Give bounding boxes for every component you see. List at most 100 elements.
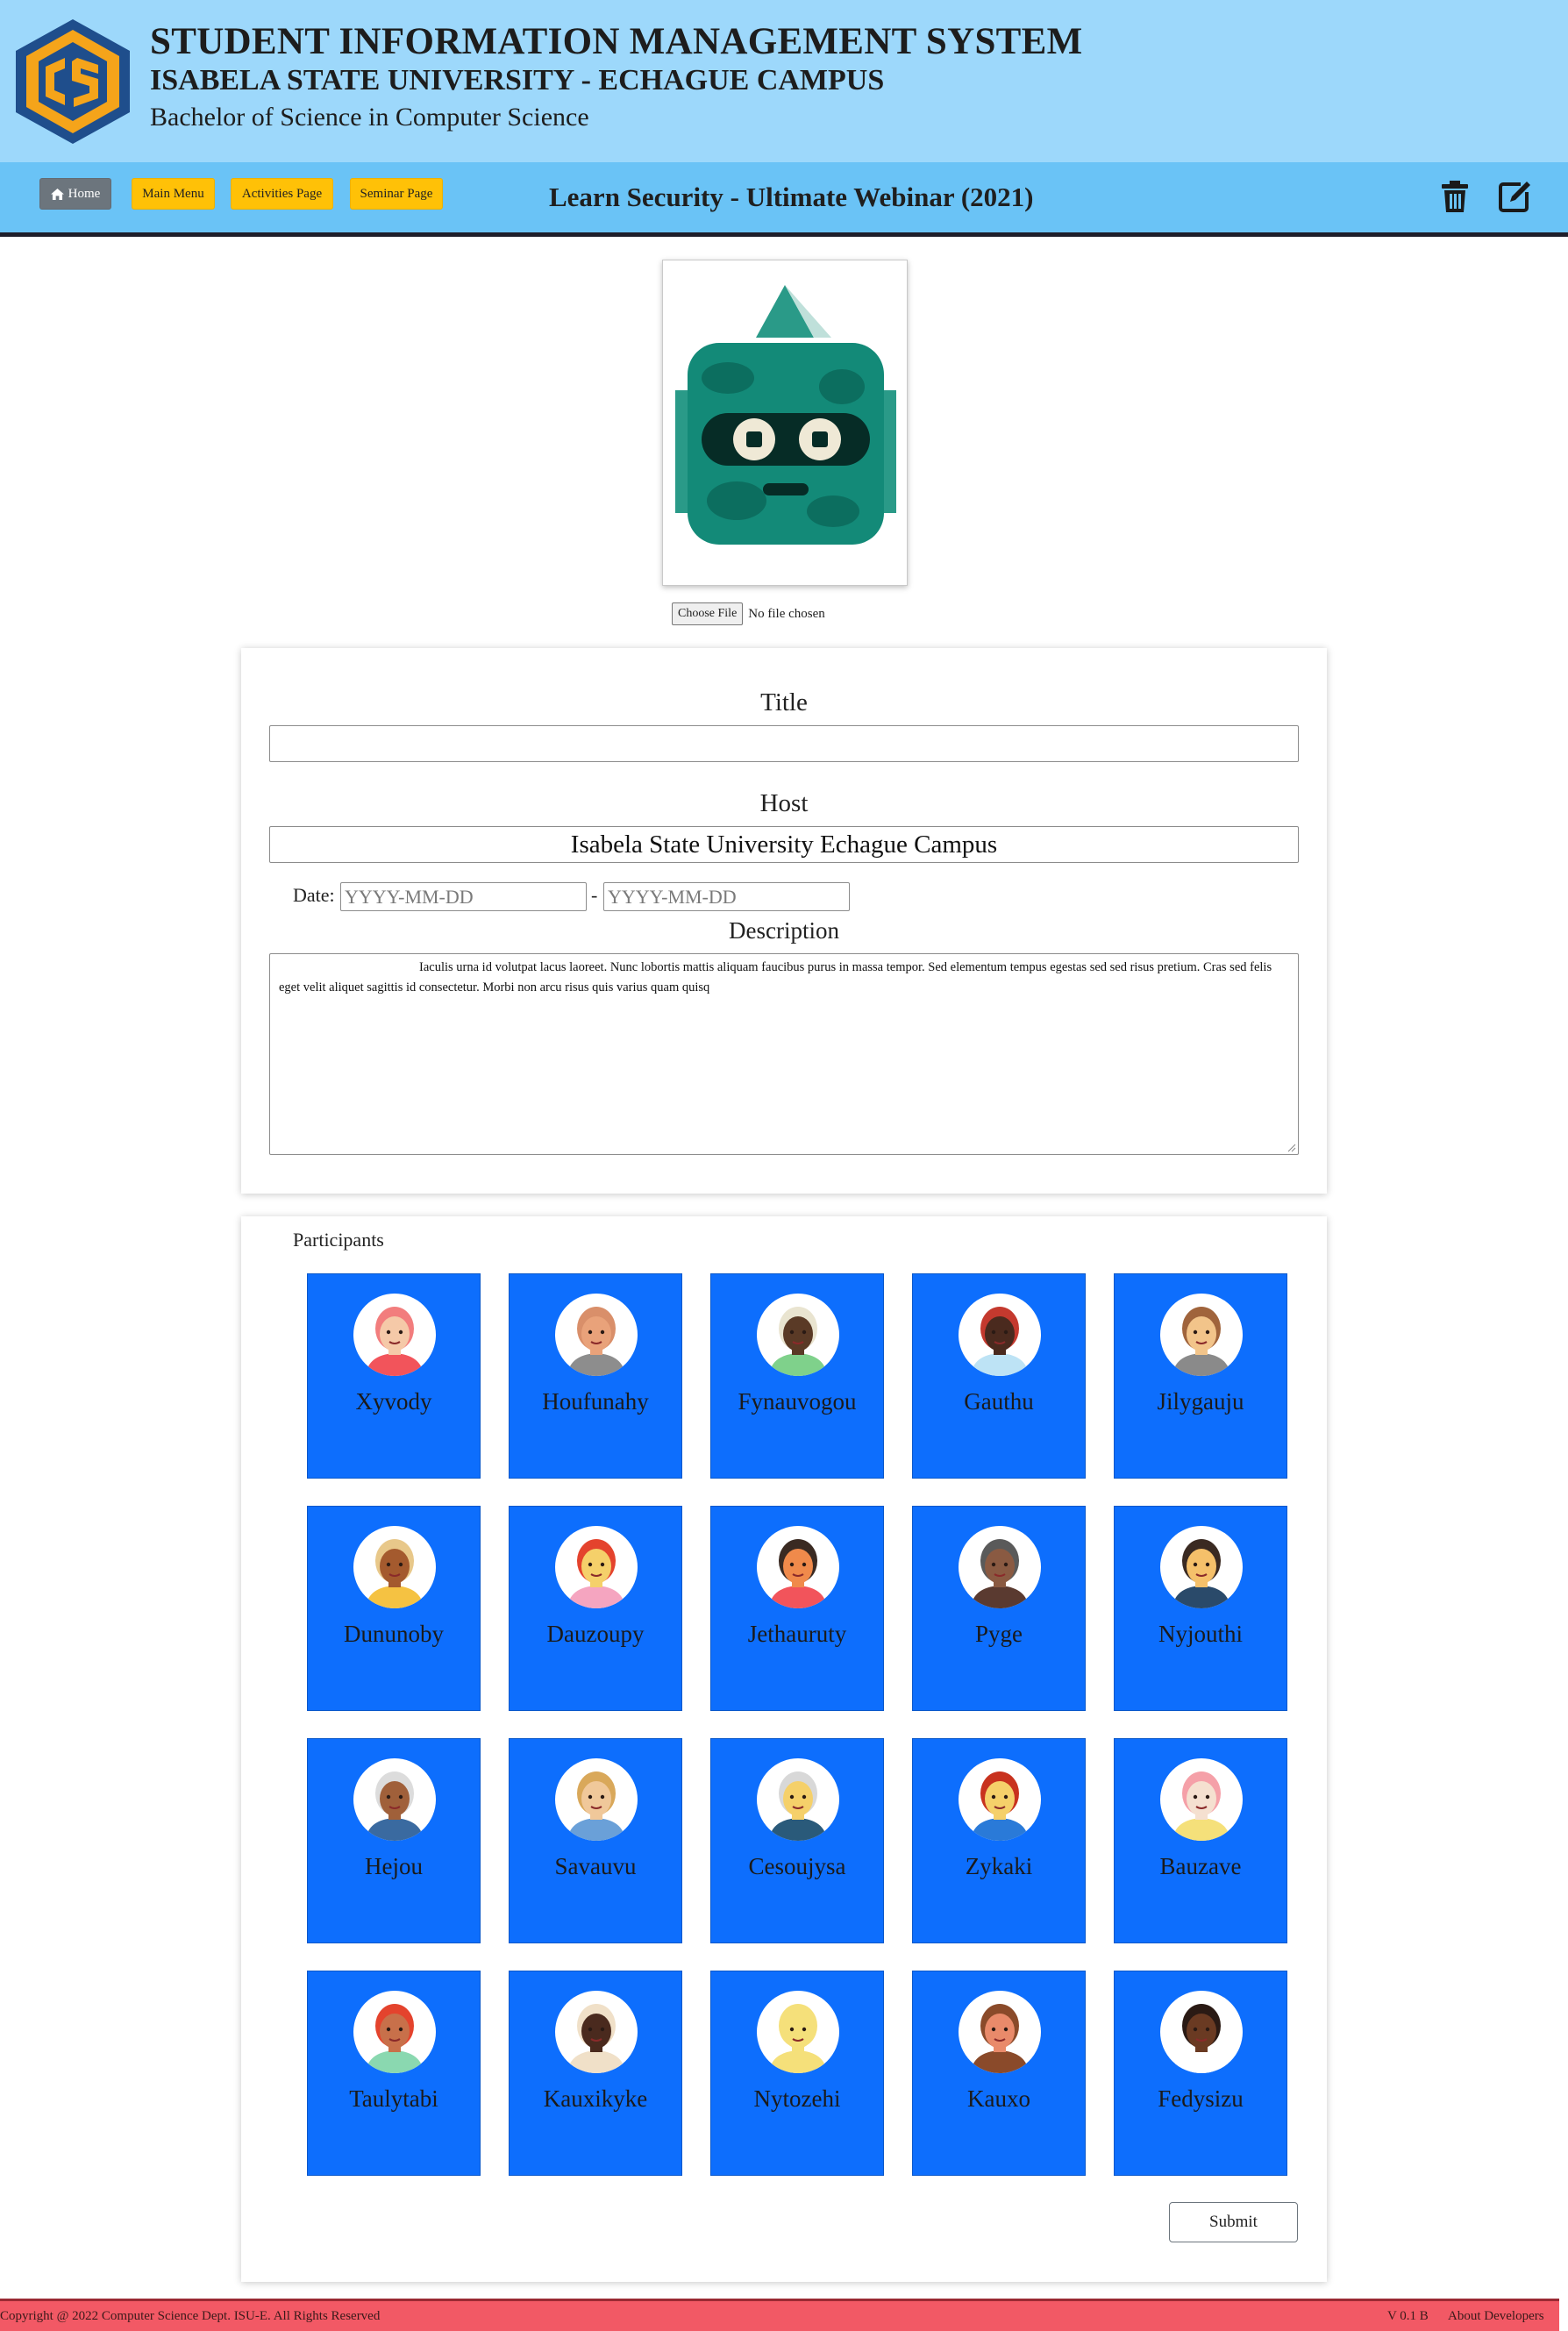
seminar-page-button[interactable]: Seminar Page xyxy=(350,178,443,210)
participant-card[interactable]: Taulytabi xyxy=(307,1971,481,2176)
person-avatar-icon xyxy=(769,1771,827,1841)
file-status: No file chosen xyxy=(748,606,825,621)
participant-name: Taulytabi xyxy=(349,2085,438,2112)
avatar xyxy=(1160,1526,1243,1608)
participant-card[interactable]: Pyge xyxy=(912,1506,1086,1711)
participant-card[interactable]: Kauxikyke xyxy=(509,1971,682,2176)
participant-card[interactable]: Nyjouthi xyxy=(1114,1506,1287,1711)
participant-name: Hejou xyxy=(365,1853,423,1879)
participant-card[interactable]: Dauzoupy xyxy=(509,1506,682,1711)
avatar xyxy=(555,1758,638,1841)
person-avatar-icon xyxy=(971,2004,1029,2073)
participant-name: Dununoby xyxy=(344,1621,444,1647)
person-avatar-icon xyxy=(971,1307,1029,1376)
avatar xyxy=(757,1758,839,1841)
date-label: Date: xyxy=(293,884,335,906)
person-avatar-icon xyxy=(366,2004,424,2073)
navbar: Home Main Menu Activities Page Seminar P… xyxy=(0,162,1568,237)
home-icon xyxy=(50,188,64,200)
description-text: Iaculis urna id volutpat lacus laoreet. … xyxy=(279,960,1272,994)
description-textarea[interactable]: Iaculis urna id volutpat lacus laoreet. … xyxy=(269,953,1299,1155)
footer: Copyright @ 2022 Computer Science Dept. … xyxy=(0,2299,1559,2331)
participants-title: Participants xyxy=(293,1229,384,1251)
home-label: Home xyxy=(68,186,101,201)
about-developers-link[interactable]: About Developers xyxy=(1448,2309,1544,2324)
person-avatar-icon xyxy=(769,1539,827,1608)
participant-card[interactable]: Jethauruty xyxy=(710,1506,884,1711)
edit-icon[interactable] xyxy=(1498,180,1531,213)
participants-card: Participants Xyvody Houfunahy Fynauvogou Ga… xyxy=(241,1216,1327,2282)
avatar xyxy=(959,1991,1041,2073)
avatar xyxy=(555,1294,638,1376)
start-date-input[interactable]: YYYY-MM-DD xyxy=(340,882,587,911)
person-avatar-icon xyxy=(567,2004,625,2073)
participant-card[interactable]: Gauthu xyxy=(912,1273,1086,1479)
robot-mascot-icon xyxy=(675,285,896,545)
resize-grip-icon[interactable] xyxy=(1287,1144,1296,1152)
participant-name: Kauxikyke xyxy=(543,2085,648,2112)
participant-card[interactable]: Hejou xyxy=(307,1738,481,1943)
activities-page-button[interactable]: Activities Page xyxy=(231,178,333,210)
person-avatar-icon xyxy=(567,1539,625,1608)
participant-card[interactable]: Bauzave xyxy=(1114,1738,1287,1943)
date-separator: - xyxy=(591,884,598,906)
choose-file-button[interactable]: Choose File xyxy=(672,602,744,625)
participant-card[interactable]: Savauvu xyxy=(509,1738,682,1943)
avatar xyxy=(1160,1991,1243,2073)
host-input[interactable]: Isabela State University Echague Campus xyxy=(269,826,1299,863)
participant-card[interactable]: Cesoujysa xyxy=(710,1738,884,1943)
end-date-input[interactable]: YYYY-MM-DD xyxy=(603,882,850,911)
person-avatar-icon xyxy=(567,1771,625,1841)
avatar xyxy=(757,1991,839,2073)
participant-card[interactable]: Fynauvogou xyxy=(710,1273,884,1479)
avatar xyxy=(555,1526,638,1608)
cs-logo-icon xyxy=(16,19,130,144)
description-label: Description xyxy=(729,917,839,944)
participant-name: Fedysizu xyxy=(1158,2085,1244,2112)
person-avatar-icon xyxy=(1172,1539,1230,1608)
participant-name: Gauthu xyxy=(964,1388,1034,1415)
avatar xyxy=(353,1758,436,1841)
participant-card[interactable]: Dununoby xyxy=(307,1506,481,1711)
person-avatar-icon xyxy=(567,1307,625,1376)
cover-image xyxy=(662,260,908,586)
program-title: Bachelor of Science in Computer Science xyxy=(150,103,589,132)
main-menu-button[interactable]: Main Menu xyxy=(132,178,215,210)
person-avatar-icon xyxy=(1172,1771,1230,1841)
participant-name: Jethauruty xyxy=(747,1621,847,1647)
participant-name: Nyjouthi xyxy=(1158,1621,1243,1647)
participant-name: Dauzoupy xyxy=(546,1621,645,1647)
participant-name: Zykaki xyxy=(965,1853,1033,1879)
participant-name: Savauvu xyxy=(554,1853,637,1879)
title-input[interactable] xyxy=(269,725,1299,762)
participant-name: Pyge xyxy=(975,1621,1023,1647)
participant-card[interactable]: Houfunahy xyxy=(509,1273,682,1479)
submit-button[interactable]: Submit xyxy=(1169,2202,1298,2242)
person-avatar-icon xyxy=(366,1539,424,1608)
participant-card[interactable]: Kauxo xyxy=(912,1971,1086,2176)
participant-card[interactable]: Xyvody xyxy=(307,1273,481,1479)
participant-name: Kauxo xyxy=(967,2085,1030,2112)
participant-name: Jilygauju xyxy=(1157,1388,1244,1415)
avatar xyxy=(959,1294,1041,1376)
person-avatar-icon xyxy=(1172,1307,1230,1376)
participant-name: Nytozehi xyxy=(753,2085,841,2112)
avatar xyxy=(1160,1758,1243,1841)
version-text: V 0.1 B xyxy=(1387,2309,1429,2323)
person-avatar-icon xyxy=(366,1307,424,1376)
page-title: Learn Security - Ultimate Webinar (2021) xyxy=(549,182,1034,212)
person-avatar-icon xyxy=(971,1771,1029,1841)
trash-icon[interactable] xyxy=(1440,180,1470,213)
avatar xyxy=(353,1991,436,2073)
participant-card[interactable]: Fedysizu xyxy=(1114,1971,1287,2176)
person-avatar-icon xyxy=(366,1771,424,1841)
participant-card[interactable]: Jilygauju xyxy=(1114,1273,1287,1479)
home-button[interactable]: Home xyxy=(39,178,111,210)
participant-card[interactable]: Zykaki xyxy=(912,1738,1086,1943)
avatar xyxy=(555,1991,638,2073)
avatar xyxy=(353,1526,436,1608)
participant-card[interactable]: Nytozehi xyxy=(710,1971,884,2176)
person-avatar-icon xyxy=(769,2004,827,2073)
participant-name: Fynauvogou xyxy=(738,1388,857,1415)
person-avatar-icon xyxy=(971,1539,1029,1608)
